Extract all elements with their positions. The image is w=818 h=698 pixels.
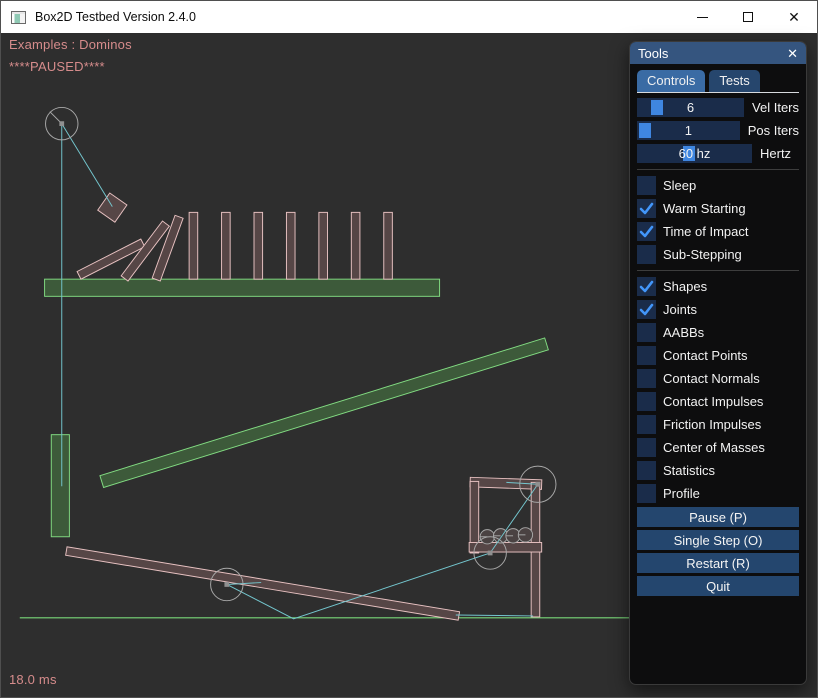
- pause-button[interactable]: Pause (P): [637, 507, 799, 527]
- checkbox-row: AABBs: [637, 323, 799, 342]
- checkbox-row: Contact Impulses: [637, 392, 799, 411]
- checkbox-row: Friction Impulses: [637, 415, 799, 434]
- checkbox-center-of-masses[interactable]: [637, 438, 656, 457]
- checkbox-row: Statistics: [637, 461, 799, 480]
- check-icon: [638, 223, 655, 240]
- checkbox-profile[interactable]: [637, 484, 656, 503]
- checkbox-sub-stepping[interactable]: [637, 245, 656, 264]
- domino-platform: [45, 279, 440, 296]
- paused-label: ****PAUSED****: [9, 59, 105, 74]
- checkbox-friction-impulses[interactable]: [637, 415, 656, 434]
- checkbox-label: AABBs: [663, 325, 704, 340]
- checkbox-row: Time of Impact: [637, 222, 799, 241]
- checkbox-time-of-impact[interactable]: [637, 222, 656, 241]
- checkbox-row: Sleep: [637, 176, 799, 195]
- checkbox-label: Profile: [663, 486, 700, 501]
- hertz-value: 60 hz: [637, 144, 752, 163]
- separator: [637, 169, 799, 170]
- checkbox-row: Contact Normals: [637, 369, 799, 388]
- checkbox-aabbs[interactable]: [637, 323, 656, 342]
- checkbox-row: Sub-Stepping: [637, 245, 799, 264]
- single-step-button[interactable]: Single Step (O): [637, 530, 799, 550]
- checkbox-joints[interactable]: [637, 300, 656, 319]
- checkbox-warm-starting[interactable]: [637, 199, 656, 218]
- checkbox-row: Joints: [637, 300, 799, 319]
- checkbox-row: Warm Starting: [637, 199, 799, 218]
- tab-underline: [637, 92, 799, 93]
- slider-row-vel-iters: 6 Vel Iters: [637, 98, 799, 117]
- tools-panel-header[interactable]: Tools ✕: [630, 42, 806, 64]
- tab-tests[interactable]: Tests: [709, 70, 759, 92]
- checkbox-shapes[interactable]: [637, 277, 656, 296]
- vel-iters-slider[interactable]: 6: [637, 98, 744, 117]
- titlebar: Box2D Testbed Version 2.4.0 ✕: [1, 1, 817, 33]
- checkbox-label: Statistics: [663, 463, 715, 478]
- tabbar: Controls Tests: [637, 70, 799, 92]
- slider-row-pos-iters: 1 Pos Iters: [637, 121, 799, 140]
- checkbox-contact-normals[interactable]: [637, 369, 656, 388]
- quit-button[interactable]: Quit: [637, 576, 799, 596]
- checkbox-contact-points[interactable]: [637, 346, 656, 365]
- maximize-icon: [743, 12, 753, 22]
- checkbox-label: Warm Starting: [663, 201, 746, 216]
- close-icon: ✕: [788, 10, 800, 24]
- window-controls: ✕: [679, 1, 817, 33]
- vel-iters-value: 6: [637, 98, 744, 117]
- tools-panel: Tools ✕ Controls Tests 6 Vel Iters 1: [629, 41, 807, 685]
- green-ramp: [100, 338, 548, 488]
- checkbox-label: Sub-Stepping: [663, 247, 742, 262]
- tab-controls[interactable]: Controls: [637, 70, 705, 92]
- close-button[interactable]: ✕: [771, 1, 817, 33]
- window-title: Box2D Testbed Version 2.4.0: [35, 10, 196, 24]
- checkbox-label: Contact Impulses: [663, 394, 763, 409]
- hanging-box[interactable]: [98, 193, 127, 222]
- pos-iters-value: 1: [637, 121, 740, 140]
- separator: [637, 270, 799, 271]
- standing-dominos[interactable]: [189, 212, 392, 279]
- checkbox-label: Shapes: [663, 279, 707, 294]
- slider-row-hertz: 60 hz Hertz: [637, 144, 799, 163]
- checkbox-label: Time of Impact: [663, 224, 748, 239]
- tools-panel-title: Tools: [638, 46, 668, 61]
- checkbox-label: Contact Points: [663, 348, 748, 363]
- checkbox-contact-impulses[interactable]: [637, 392, 656, 411]
- check-icon: [638, 200, 655, 217]
- example-label: Examples : Dominos: [9, 37, 132, 52]
- checkbox-label: Sleep: [663, 178, 696, 193]
- checkbox-row: Contact Points: [637, 346, 799, 365]
- app-icon: [11, 11, 26, 24]
- hertz-slider[interactable]: 60 hz: [637, 144, 752, 163]
- vel-iters-label: Vel Iters: [752, 100, 799, 115]
- green-vertical-block: [51, 435, 69, 537]
- maximize-button[interactable]: [725, 1, 771, 33]
- hertz-label: Hertz: [760, 146, 791, 161]
- checkbox-statistics[interactable]: [637, 461, 656, 480]
- minimize-icon: [697, 17, 708, 18]
- frame-time-label: 18.0 ms: [9, 672, 57, 687]
- checkbox-row: Profile: [637, 484, 799, 503]
- checkbox-label: Center of Masses: [663, 440, 765, 455]
- pos-iters-label: Pos Iters: [748, 123, 799, 138]
- check-icon: [638, 301, 655, 318]
- restart-button[interactable]: Restart (R): [637, 553, 799, 573]
- pos-iters-slider[interactable]: 1: [637, 121, 740, 140]
- tools-panel-close-button[interactable]: ✕: [787, 47, 798, 60]
- draw-checkbox-group: Shapes Joints AABBs Contact Points Contact N…: [637, 277, 799, 503]
- checkbox-sleep[interactable]: [637, 176, 656, 195]
- minimize-button[interactable]: [679, 1, 725, 33]
- checkbox-label: Contact Normals: [663, 371, 760, 386]
- checkbox-row: Center of Masses: [637, 438, 799, 457]
- checkbox-row: Shapes: [637, 277, 799, 296]
- app-window: Box2D Testbed Version 2.4.0 ✕: [0, 0, 818, 698]
- check-icon: [638, 278, 655, 295]
- checkbox-label: Joints: [663, 302, 697, 317]
- checkbox-label: Friction Impulses: [663, 417, 761, 432]
- sim-checkbox-group: Sleep Warm Starting Time of Impact Sub-Step…: [637, 176, 799, 264]
- panel-buttons: Pause (P) Single Step (O) Restart (R) Qu…: [637, 507, 799, 596]
